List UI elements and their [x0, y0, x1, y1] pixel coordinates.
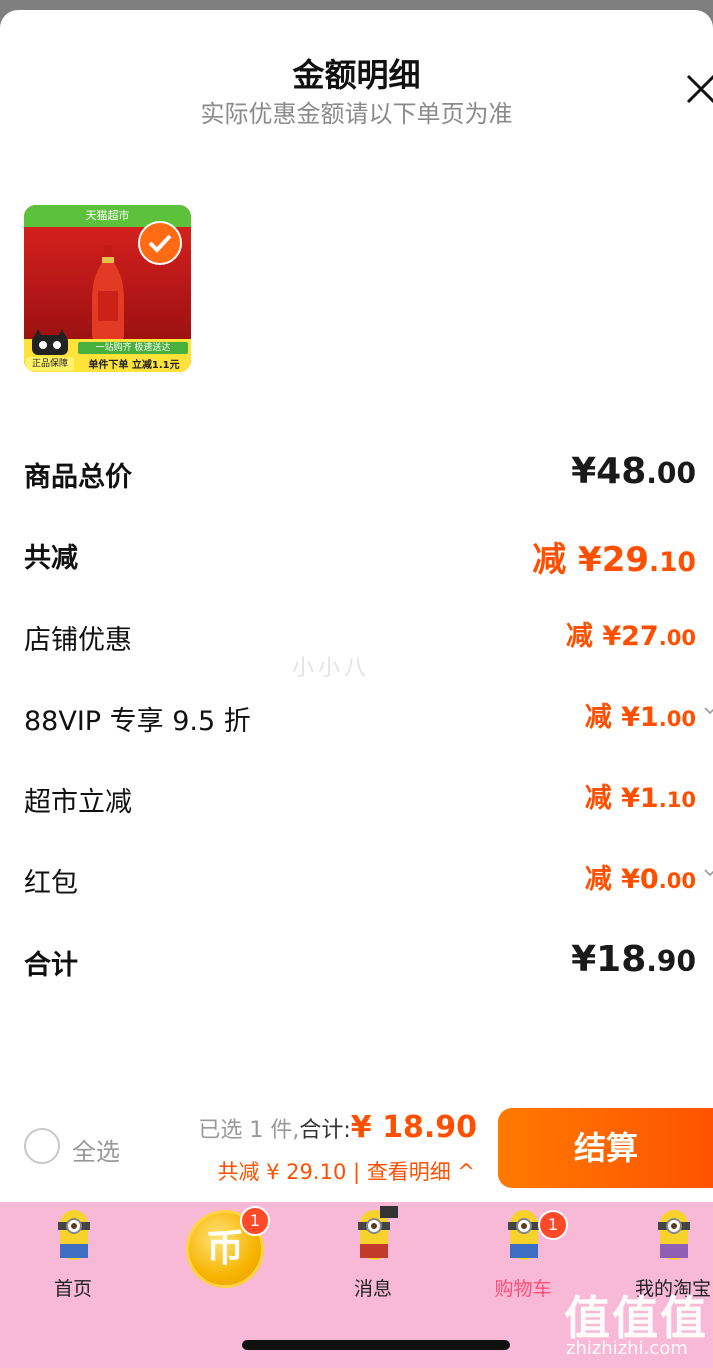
total-amount: ¥ 18.90	[350, 1110, 477, 1145]
tab-label: 首页	[53, 1278, 92, 1300]
brand-url: zhizhizhi.com	[566, 1338, 688, 1359]
tab-label: 消息	[353, 1278, 392, 1300]
coin-badge: 1	[240, 1206, 270, 1236]
tab-messages[interactable]: 消息	[318, 1202, 428, 1322]
row-red-packet[interactable]: 红包 减 ¥0.00	[24, 853, 713, 903]
row-value: ¥18.90	[571, 939, 696, 980]
tab-coins[interactable]: 币 1	[168, 1202, 278, 1322]
chevron-down-icon[interactable]	[704, 705, 713, 717]
amount-detail-sheet: 金额明细 实际优惠金额请以下单页为准 天猫超市 一站购齐 极速送达 单件下单 立…	[0, 10, 713, 1202]
row-value: 减 ¥1.00	[584, 702, 696, 733]
sheet-subtitle: 实际优惠金额请以下单页为准	[200, 100, 513, 128]
tab-home[interactable]: 首页	[18, 1202, 128, 1322]
bottle-icon	[92, 245, 124, 341]
minion-profile-icon	[658, 1210, 690, 1260]
watermark: 小小八	[292, 656, 371, 681]
brand-watermark: 值值值 zhizhizhi.com	[560, 1282, 710, 1364]
row-label: 店铺优惠	[24, 625, 132, 656]
row-value: ¥48.00	[571, 451, 696, 492]
row-label: 88VIP 专享 9.5 折	[24, 706, 251, 737]
select-all-label[interactable]: 全选	[72, 1132, 120, 1167]
row-supermarket-discount: 超市立减 减 ¥1.10	[24, 772, 696, 822]
row-value: 减 ¥1.10	[584, 783, 696, 814]
row-value: 减 ¥27.00	[565, 621, 696, 652]
row-label: 红包	[24, 868, 78, 899]
chevron-down-icon[interactable]	[704, 867, 713, 879]
row-label: 合计	[24, 950, 78, 981]
store-slogan: 一站购齐 极速送达	[78, 342, 188, 354]
view-details-link[interactable]: 共减 ¥ 29.10 | 查看明细 ^	[217, 1156, 475, 1186]
minion-cart-icon	[508, 1210, 540, 1260]
checkout-button[interactable]: 结算	[498, 1108, 713, 1188]
product-promo: 单件下单 立减1.1元	[88, 360, 180, 371]
row-label: 商品总价	[24, 462, 132, 493]
sheet-title: 金额明细	[292, 56, 421, 94]
row-label: 共减	[24, 543, 78, 574]
row-total-discount: 共减 减 ¥29.10	[24, 528, 696, 580]
close-icon[interactable]	[684, 72, 713, 106]
checkout-bar: 全选 已选 1 件,合计:¥ 18.90 共减 ¥ 29.10 | 查看明细 ^…	[0, 1090, 713, 1202]
row-value: 减 ¥0.00	[584, 864, 696, 895]
minion-messages-icon	[358, 1206, 398, 1260]
row-88vip-discount[interactable]: 88VIP 专享 9.5 折 减 ¥1.00	[24, 691, 713, 741]
row-label: 超市立减	[24, 787, 132, 818]
guarantee-badge: 正品保障	[26, 357, 74, 371]
selected-check-icon[interactable]	[138, 221, 182, 265]
cart-badge: 1	[538, 1210, 568, 1240]
select-all-radio[interactable]	[24, 1128, 60, 1164]
row-total-price: 商品总价 ¥48.00	[24, 447, 696, 497]
selection-summary: 已选 1 件,合计:¥ 18.90	[198, 1110, 477, 1145]
row-value: 减 ¥29.10	[532, 540, 696, 580]
row-grand-total: 合计 ¥18.90	[24, 935, 696, 985]
product-thumbnail[interactable]: 天猫超市 一站购齐 极速送达 单件下单 立减1.1元 正品保障	[24, 205, 191, 372]
home-indicator[interactable]	[242, 1340, 510, 1350]
minion-home-icon	[58, 1210, 90, 1260]
tmall-cat-icon	[32, 329, 68, 355]
